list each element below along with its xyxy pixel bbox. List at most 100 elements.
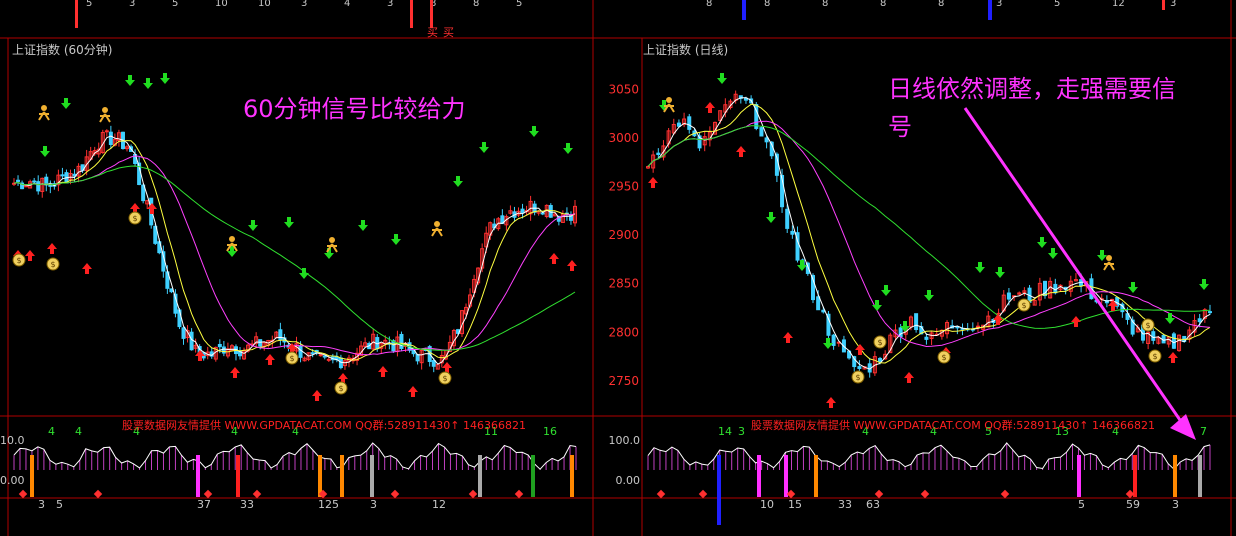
right-candle <box>975 325 980 328</box>
right-osc-top-number: 7 <box>1200 425 1207 438</box>
top-right-number: 3 <box>996 0 1002 9</box>
top-right-number: 8 <box>880 0 886 9</box>
left-ma-green <box>13 165 576 351</box>
top-left-number: 8 <box>473 0 479 9</box>
top-right-number: 8 <box>822 0 828 9</box>
right-runner-icon <box>1106 255 1112 261</box>
right-sell-signal <box>872 300 882 311</box>
right-candle <box>785 208 790 229</box>
left-candle <box>60 174 65 177</box>
right-ma-white <box>647 97 1211 370</box>
right-candle <box>790 230 795 235</box>
left-buy-signal <box>312 390 322 401</box>
right-runner-body <box>663 103 675 113</box>
left-sell-signal <box>160 73 170 84</box>
right-candle <box>1053 283 1058 294</box>
right-banner: 股票数据网友情提供 WWW.GPDATACAT.COM QQ群:52891143… <box>751 419 1155 432</box>
left-red-diamond <box>203 489 213 499</box>
left-candle <box>189 331 194 351</box>
left-candle <box>181 327 186 339</box>
right-sell-signal <box>823 338 833 349</box>
left-osc-marker <box>318 455 322 497</box>
right-y-tick-label: 2900 <box>608 228 639 242</box>
left-osc-top-number: 4 <box>48 425 55 438</box>
left-sell-signal <box>358 220 368 231</box>
left-runner-icon <box>102 107 108 113</box>
right-osc-bottom-number: 5 <box>1078 498 1085 511</box>
left-candle <box>36 181 41 192</box>
left-sell-signal <box>248 220 258 231</box>
left-osc-marker <box>340 455 344 497</box>
right-buy-signal <box>705 102 715 113</box>
top-left-number: 5 <box>172 0 178 9</box>
top-left-number: 3 <box>387 0 393 9</box>
right-candle <box>955 326 960 329</box>
left-osc-marker <box>236 455 240 497</box>
left-osc-bottom-number: 5 <box>56 498 63 511</box>
top-signal-bar <box>410 0 413 28</box>
left-osc-bottom-number: 3 <box>370 498 377 511</box>
right-sell-signal <box>924 290 934 301</box>
top-left-number: 5 <box>516 0 522 9</box>
right-buy-signal <box>1168 352 1178 363</box>
left-candle <box>104 130 109 133</box>
right-candle <box>1208 311 1212 314</box>
right-candle <box>878 357 883 362</box>
right-sell-signal <box>881 285 891 296</box>
left-runner-icon <box>229 236 235 242</box>
right-osc-top-number: 3 <box>738 425 745 438</box>
top-signal-bar <box>430 0 433 28</box>
left-candle <box>326 358 331 361</box>
left-buy-signal <box>408 386 418 397</box>
top-buy-label: 买 <box>427 26 438 39</box>
right-osc-bottom-number: 15 <box>788 498 802 511</box>
right-money-bag-icon-symbol: $ <box>1152 352 1157 361</box>
left-osc-marker <box>570 455 574 497</box>
left-osc-marker <box>196 455 200 497</box>
right-candle <box>924 336 929 340</box>
left-candle <box>431 360 436 367</box>
left-ma-magenta <box>13 155 576 356</box>
left-sell-signal <box>529 126 539 137</box>
right-candle <box>1197 318 1202 323</box>
left-money-bag-icon-symbol: $ <box>289 354 294 363</box>
left-money-bag-icon-symbol: $ <box>132 214 137 223</box>
left-osc-marker <box>478 455 482 497</box>
left-ma-yellow <box>13 140 576 361</box>
left-sell-signal <box>40 146 50 157</box>
right-panel-title: 上证指数 (日线) <box>643 43 729 57</box>
left-panel-title: 上证指数 (60分钟) <box>12 43 113 57</box>
right-money-bag-icon-symbol: $ <box>1021 301 1026 310</box>
left-osc-bottom-number: 3 <box>38 498 45 511</box>
right-sell-signal <box>1199 279 1209 290</box>
right-osc-bottom-number: 33 <box>838 498 852 511</box>
left-buy-signal <box>567 260 577 271</box>
right-candle <box>687 116 692 130</box>
right-candle <box>831 334 836 346</box>
top-right-number: 8 <box>706 0 712 9</box>
top-right-number: 3 <box>1170 0 1176 9</box>
left-candle <box>177 309 182 328</box>
left-runner-body <box>99 113 111 123</box>
right-ma-magenta <box>647 120 1211 348</box>
right-red-diamond <box>698 489 708 499</box>
left-runner-icon <box>434 221 440 227</box>
right-osc-marker <box>757 455 761 497</box>
right-red-diamond <box>874 489 884 499</box>
top-blue-bar <box>742 0 746 20</box>
left-candle <box>520 208 525 214</box>
right-buy-signal <box>783 332 793 343</box>
top-signal-bar <box>1162 0 1165 10</box>
left-money-bag-icon-symbol: $ <box>50 260 55 269</box>
right-runner-icon <box>666 97 672 103</box>
top-left-number: 10 <box>215 0 228 9</box>
annotation-arrow-line <box>963 107 1182 421</box>
left-runner-icon <box>329 237 335 243</box>
left-sell-signal <box>391 234 401 245</box>
left-candle <box>108 131 113 146</box>
top-left-number: 5 <box>86 0 92 9</box>
right-y-tick-label: 2950 <box>608 180 639 194</box>
left-osc-bottom-number: 33 <box>240 498 254 511</box>
left-osc-label-bottom: 0.00 <box>0 474 25 487</box>
top-left-number: 10 <box>258 0 271 9</box>
